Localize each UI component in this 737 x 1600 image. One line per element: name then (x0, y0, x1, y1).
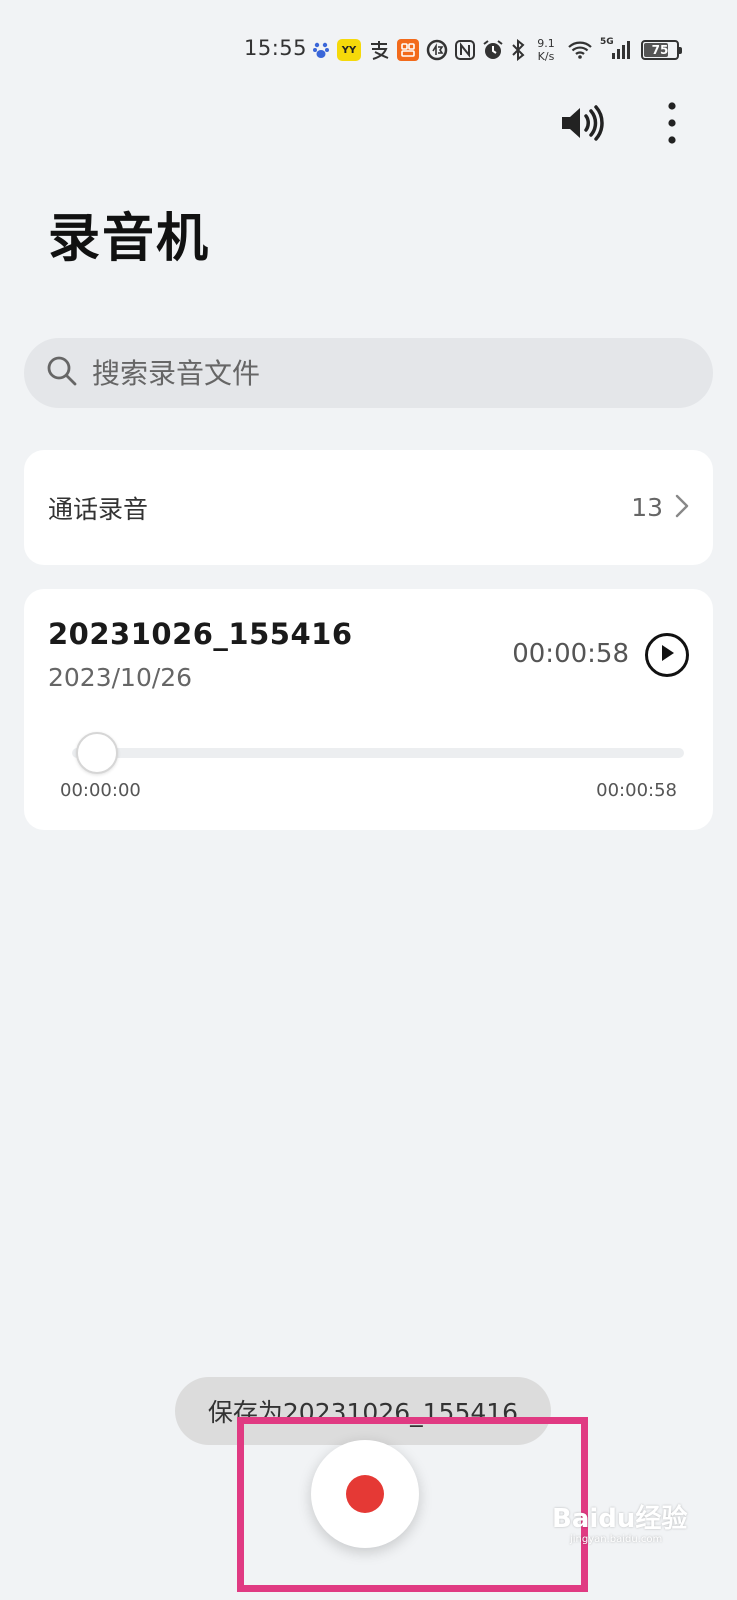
watermark-brand: Baidu经验 (552, 1504, 688, 1534)
status-icons: YY 9.1 K/s 5G 75 (312, 34, 682, 66)
save-toast: 保存为20231026_155416 (175, 1377, 551, 1445)
chevron-right-icon (675, 494, 689, 522)
yy-app-icon: YY (337, 39, 361, 61)
play-button[interactable] (645, 633, 689, 677)
status-time: 15:55 (244, 36, 308, 60)
wifi-icon (567, 38, 593, 62)
status-bar: 15:55 YY 9.1 K/s 5G 75 (0, 30, 737, 70)
total-duration: 00:00:58 (596, 780, 677, 801)
recording-duration: 00:00:58 (512, 639, 629, 669)
search-icon (46, 355, 78, 391)
search-input[interactable] (92, 356, 652, 390)
alarm-icon (482, 38, 504, 62)
toast-text: 保存为20231026_155416 (207, 1398, 519, 1427)
recording-name: 20231026_155416 (48, 617, 353, 651)
more-vert-icon (667, 101, 677, 149)
record-button[interactable] (311, 1440, 419, 1548)
net-speed-unit: K/s (537, 50, 555, 63)
watermark-sub: jingyan.baidu.com (570, 1534, 663, 1545)
header-actions (557, 100, 697, 150)
call-recordings-item[interactable]: 通话录音 13 (24, 450, 713, 565)
speaker-button[interactable] (557, 100, 607, 150)
progress-thumb[interactable] (76, 732, 118, 774)
current-position: 00:00:00 (60, 780, 141, 801)
taobao-icon (397, 39, 419, 61)
net-speed: 9.1 K/s (532, 37, 560, 63)
search-bar[interactable] (24, 338, 713, 408)
call-recordings-count: 13 (631, 493, 663, 522)
play-icon (659, 644, 675, 666)
baidu-paw-icon (312, 38, 330, 62)
battery-text: 75 (651, 43, 669, 57)
call-recordings-label: 通话录音 (48, 494, 149, 524)
alipay-icon (368, 38, 390, 62)
record-dot-icon (346, 1475, 384, 1513)
progress-track[interactable] (72, 748, 684, 758)
speaker-icon (559, 103, 605, 147)
page-title: 录音机 (48, 209, 211, 269)
nfc-icon (455, 38, 475, 62)
net-speed-value: 9.1 (537, 37, 555, 50)
call-recordings-meta: 13 (631, 493, 689, 522)
bluetooth-icon (511, 38, 525, 62)
more-options-button[interactable] (647, 100, 697, 150)
recording-card[interactable]: 20231026_155416 2023/10/26 00:00:58 00:0… (24, 589, 713, 830)
signal-icon: 5G (600, 38, 634, 62)
recording-date: 2023/10/26 (48, 663, 193, 692)
watermark: Baidu经验 jingyan.baidu.com (552, 1488, 712, 1558)
battery-icon: 75 (641, 40, 682, 60)
data-saver-icon (426, 38, 448, 62)
